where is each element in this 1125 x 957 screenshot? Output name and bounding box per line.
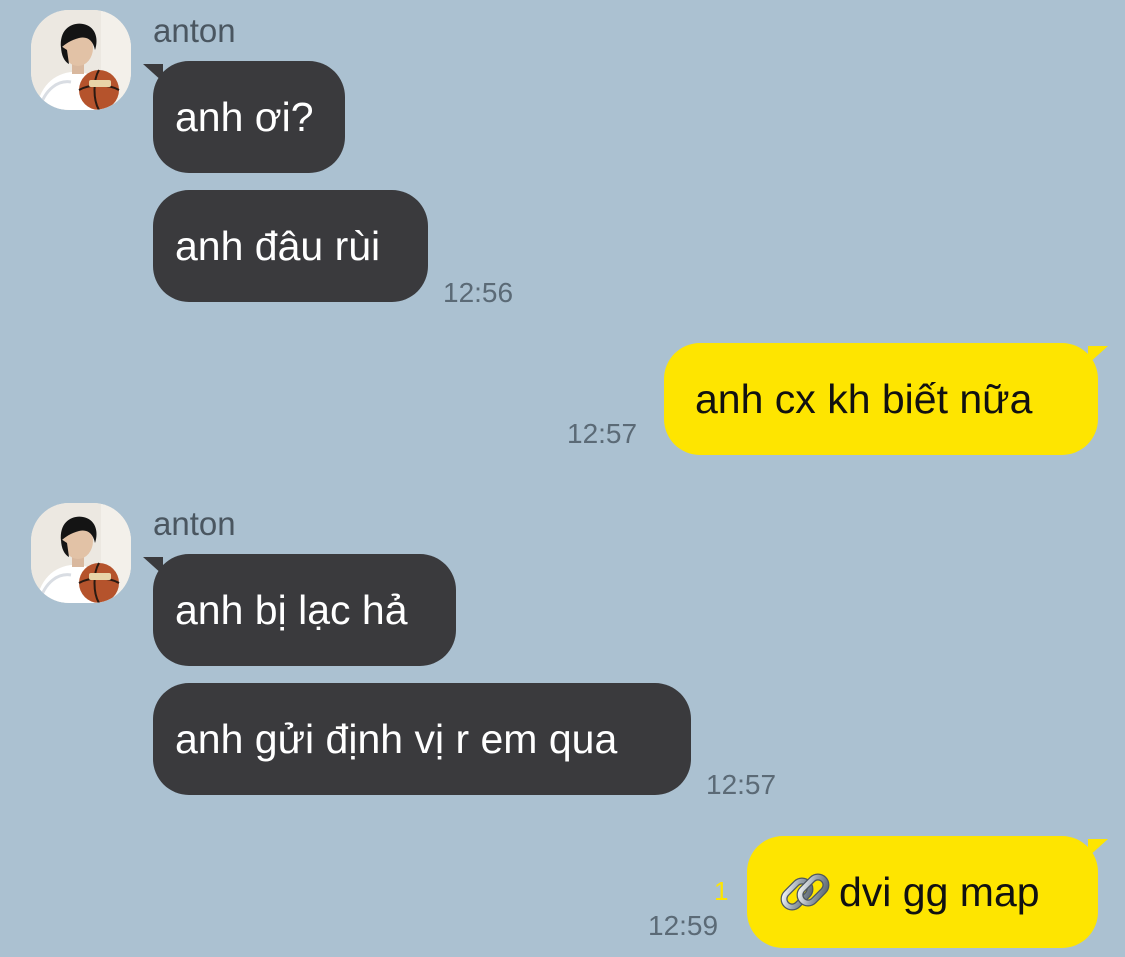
message-text: anh gửi định vị r em qua bbox=[175, 715, 618, 762]
message-bubble-incoming[interactable]: anh gửi định vị r em qua bbox=[153, 683, 691, 795]
message-timestamp: 12:59 bbox=[648, 910, 719, 941]
sender-avatar[interactable] bbox=[31, 10, 131, 110]
message-timestamp: 12:57 bbox=[567, 418, 638, 449]
message-text: anh ơi? bbox=[175, 93, 314, 140]
message-text: dvi gg map bbox=[839, 868, 1040, 915]
bubble-tail bbox=[1088, 839, 1108, 857]
message-bubble-incoming[interactable]: anh đâu rùi bbox=[153, 190, 428, 302]
message-timestamp: 12:56 bbox=[443, 277, 514, 308]
avatar-photo-icon bbox=[31, 10, 131, 110]
chat-screen: { "theme": { "background": "#abc1d1", "i… bbox=[0, 0, 1125, 957]
message-text: anh bị lạc hả bbox=[175, 586, 408, 633]
message-text: anh đâu rùi bbox=[175, 222, 381, 269]
link-icon bbox=[777, 864, 833, 920]
sender-name: anton bbox=[153, 505, 236, 542]
unread-count: 1 bbox=[714, 876, 729, 906]
message-bubble-outgoing[interactable]: dvi gg map bbox=[747, 836, 1098, 948]
message-bubble-outgoing[interactable]: anh cx kh biết nữa bbox=[664, 343, 1098, 455]
message-timestamp: 12:57 bbox=[706, 769, 777, 800]
avatar-photo-icon bbox=[31, 503, 131, 603]
message-text: anh cx kh biết nữa bbox=[695, 375, 1033, 422]
message-bubble-incoming[interactable]: anh bị lạc hả bbox=[153, 554, 456, 666]
sender-avatar[interactable] bbox=[31, 503, 131, 603]
message-bubble-incoming[interactable]: anh ơi? bbox=[153, 61, 345, 173]
sender-name: anton bbox=[153, 12, 236, 49]
bubble-tail bbox=[1088, 346, 1108, 364]
